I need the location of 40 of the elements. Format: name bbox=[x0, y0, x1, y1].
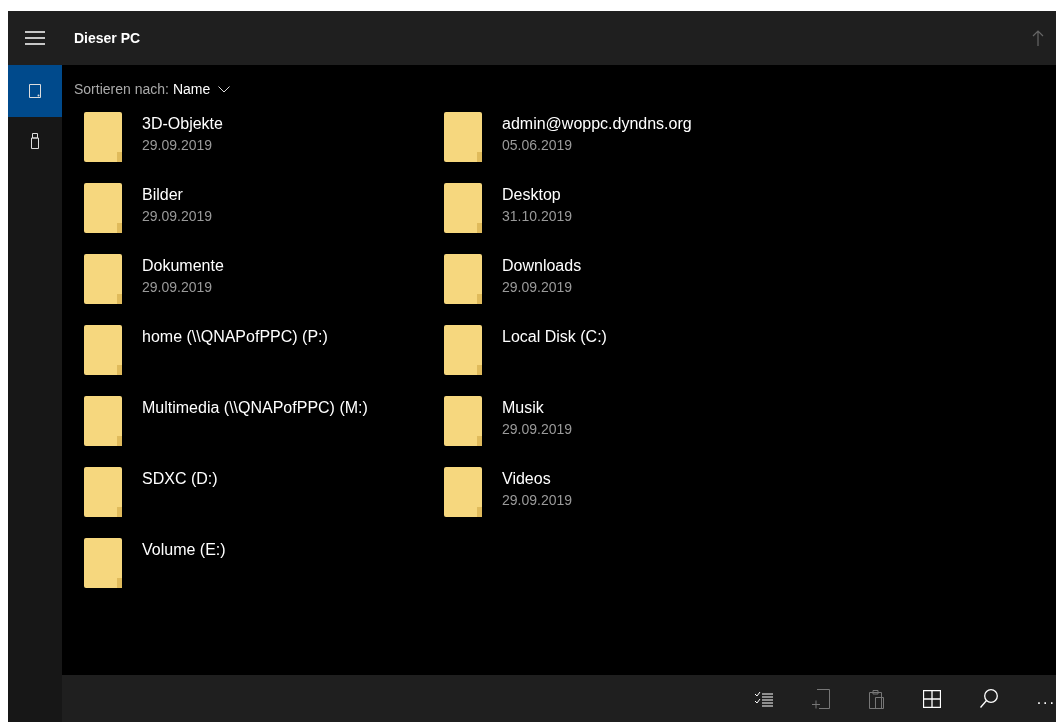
folder-icon bbox=[444, 183, 484, 233]
folder-item[interactable]: Videos 29.09.2019 bbox=[434, 467, 794, 538]
folder-item[interactable]: home (\\QNAPofPPC) (P:) bbox=[74, 325, 434, 396]
drive-icon bbox=[29, 84, 41, 98]
more-button[interactable]: ... bbox=[1036, 683, 1056, 714]
folder-item[interactable]: Volume (E:) bbox=[74, 538, 434, 609]
folder-icon bbox=[84, 467, 124, 517]
folder-icon bbox=[444, 467, 484, 517]
up-arrow-icon bbox=[1032, 30, 1044, 46]
folder-icon bbox=[444, 254, 484, 304]
search-icon bbox=[979, 689, 998, 708]
folder-item[interactable]: Local Disk (C:) bbox=[434, 325, 794, 396]
new-folder-icon bbox=[811, 688, 830, 709]
grid-icon bbox=[922, 689, 941, 708]
folder-icon bbox=[84, 254, 124, 304]
folder-icon bbox=[84, 538, 124, 588]
menu-button[interactable] bbox=[8, 11, 62, 65]
menu-icon bbox=[25, 31, 45, 45]
chevron-down-icon bbox=[218, 86, 231, 93]
folder-item[interactable]: SDXC (D:) bbox=[74, 467, 434, 538]
folder-icon bbox=[84, 183, 124, 233]
clipboard-icon bbox=[868, 688, 884, 709]
checklist-icon bbox=[754, 690, 773, 707]
folder-icon bbox=[444, 112, 484, 162]
folder-item[interactable]: Bilder 29.09.2019 bbox=[74, 183, 434, 254]
folder-icon bbox=[84, 325, 124, 375]
window-title: Dieser PC bbox=[74, 28, 141, 48]
folder-item[interactable]: Multimedia (\\QNAPofPPC) (M:) bbox=[74, 396, 434, 467]
usb-drive-icon bbox=[31, 133, 39, 149]
folder-item[interactable]: 3D-Objekte 29.09.2019 bbox=[74, 112, 434, 183]
folder-item[interactable]: Musik 29.09.2019 bbox=[434, 396, 794, 467]
sort-dropdown[interactable]: Sortieren nach: Name bbox=[74, 79, 231, 100]
folder-icon bbox=[84, 396, 124, 446]
folder-item[interactable]: Dokumente 29.09.2019 bbox=[74, 254, 434, 325]
folder-item[interactable]: admin@woppc.dyndns.org 05.06.2019 bbox=[434, 112, 794, 183]
folder-item[interactable]: Downloads 29.09.2019 bbox=[434, 254, 794, 325]
folder-icon bbox=[84, 112, 124, 162]
folder-icon bbox=[444, 396, 484, 446]
folder-icon bbox=[444, 325, 484, 375]
folder-item[interactable]: Desktop 31.10.2019 bbox=[434, 183, 794, 254]
